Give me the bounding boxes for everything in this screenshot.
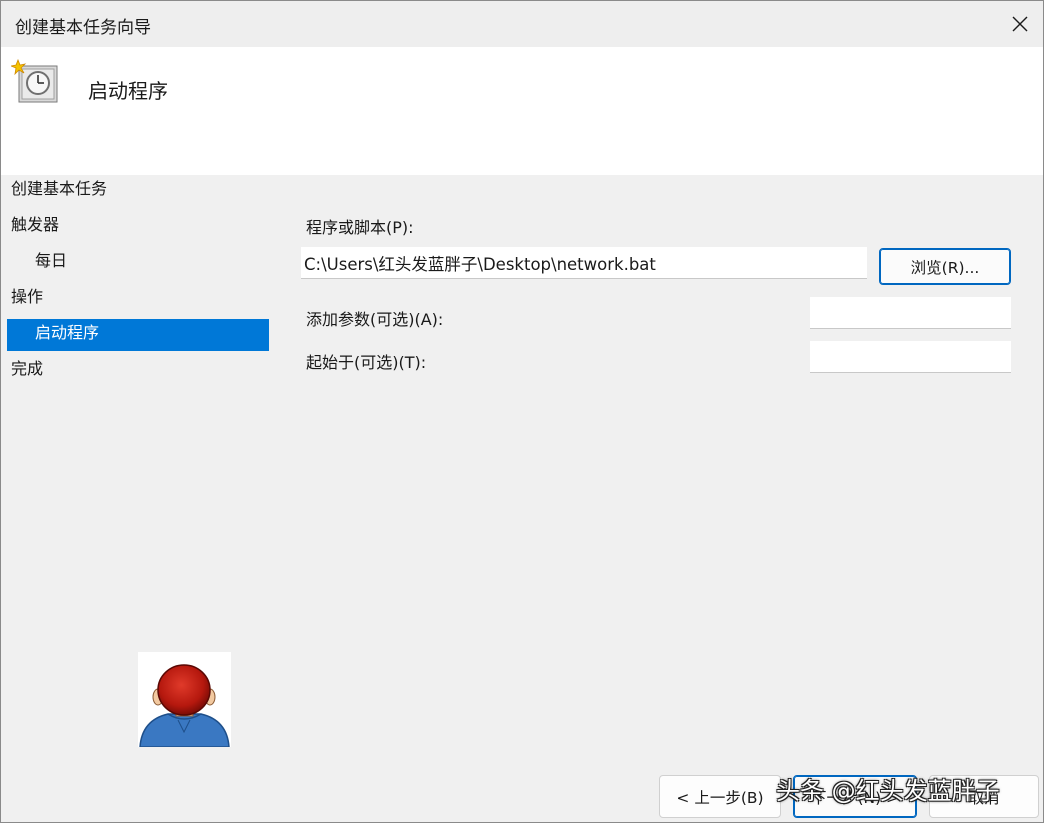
start-in-label: 起始于(可选)(T):: [306, 353, 427, 372]
close-button[interactable]: [997, 1, 1043, 47]
wizard-header: 启动程序: [1, 47, 1043, 175]
back-button[interactable]: < 上一步(B): [659, 775, 781, 818]
args-label: 添加参数(可选)(A):: [306, 310, 444, 329]
nav-item-finish: 完成: [11, 359, 44, 378]
scheduled-task-clock-icon: [11, 59, 58, 103]
title-bar: 创建基本任务向导: [1, 1, 1043, 47]
nav-item-daily: 每日: [35, 251, 68, 270]
nav-item-action: 操作: [11, 287, 44, 306]
nav-item-start-program: 启动程序: [7, 319, 269, 351]
close-icon: [1012, 16, 1028, 32]
page-title: 启动程序: [88, 79, 168, 103]
avatar: [138, 652, 231, 748]
watermark: 头条 @红头发蓝胖子: [776, 777, 1000, 805]
browse-button[interactable]: 浏览(R)...: [879, 248, 1011, 285]
start-in-input[interactable]: [810, 341, 1011, 373]
program-label: 程序或脚本(P):: [306, 218, 414, 237]
window-title: 创建基本任务向导: [15, 18, 151, 38]
program-input[interactable]: [301, 247, 867, 279]
nav-item-trigger: 触发器: [11, 215, 60, 234]
nav-item-create-basic-task: 创建基本任务: [11, 179, 108, 198]
red-haired-avatar-icon: [139, 664, 230, 748]
args-input[interactable]: [810, 297, 1011, 329]
wizard-window: 创建基本任务向导 启动程序 创建基本任务 触发器 每日 操作 启动程序 完成 程…: [0, 0, 1044, 823]
